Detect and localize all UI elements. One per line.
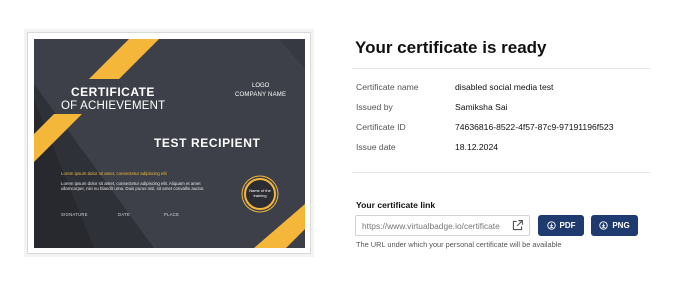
certificate-logo-placeholder: LOGO [252,83,270,89]
certificate-place-label: PLACE [164,212,180,217]
certificate-date-label: DATE [118,212,131,217]
certificate-body-text: Lorem ipsum dolor sit amet, consectetur … [61,181,205,192]
detail-label-issued-by: Issued by [356,102,393,112]
certificate-company-name: COMPANY NAME [235,92,287,98]
detail-value-issue-date: 18.12.2024 [455,142,499,152]
certificate-preview: CERTIFICATE OF ACHIEVEMENT LOGO COMPANY … [34,39,305,248]
download-pdf-label: PDF [559,221,576,230]
download-circle-icon [546,221,556,230]
page-title: Your certificate is ready [355,38,547,57]
divider [352,172,650,173]
download-png-label: PNG [612,221,630,230]
download-pdf-button[interactable]: PDF [538,215,584,236]
certificate-preview-frame: CERTIFICATE OF ACHIEVEMENT LOGO COMPANY … [27,32,311,254]
detail-value-issued-by: Samiksha Sai [455,102,508,112]
detail-label-certificate-name: Certificate name [356,82,419,92]
detail-label-issue-date: Issue date [356,142,396,152]
certificate-seal-text: Name of the training [249,188,271,198]
detail-label-certificate-id: Certificate ID [356,122,406,132]
certificate-link-field[interactable]: https://www.virtualbadge.io/certificate [355,215,530,236]
certificate-link-title: Your certificate link [356,200,436,210]
certificate-highlight-text: Lorem ipsum dolor sit amet, consectetur … [61,171,167,176]
certificate-seal: Name of the training [244,178,276,210]
certificate-link-hint: The URL under which your personal certif… [356,240,562,249]
download-png-button[interactable]: PNG [591,215,638,236]
certificate-signature-label: SIGNATURE [61,212,88,217]
divider [352,68,650,69]
certificate-recipient: TEST RECIPIENT [154,136,261,150]
certificate-subtitle: OF ACHIEVEMENT [61,100,166,112]
detail-value-certificate-id: 74636816-8522-4f57-87c9-97191196f523 [455,122,614,132]
external-link-icon[interactable] [511,219,524,232]
certificate-title: CERTIFICATE [71,85,155,99]
download-circle-icon [599,221,608,230]
detail-value-certificate-name: disabled social media test [455,82,554,92]
certificate-link-value[interactable]: https://www.virtualbadge.io/certificate [362,221,508,231]
